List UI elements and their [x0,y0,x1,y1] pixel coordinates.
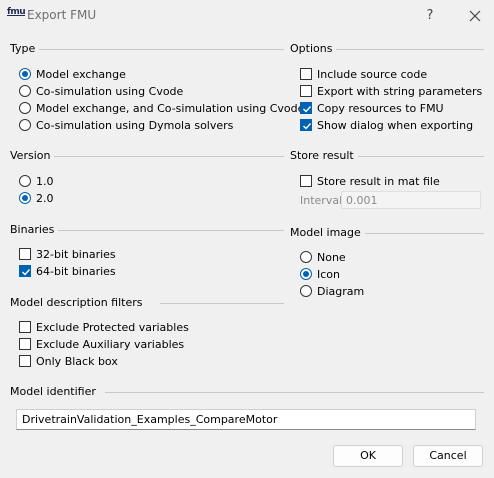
model-image-group-rule [356,233,484,234]
checkbox-32-bit[interactable]: 32-bit binaries [19,246,116,262]
option-label: Copy resources to FMU [317,101,444,115]
checkbox-indicator[interactable] [300,175,312,187]
checkbox-indicator[interactable] [300,85,312,97]
options-group-rule [331,49,484,50]
option-label: Model exchange, and Co-simulation using … [36,101,305,115]
option-label: 1.0 [36,174,54,188]
type-group-title: Type [10,42,40,55]
model-identifier-group-title: Model identifier [10,385,100,398]
radio-indicator[interactable] [19,85,31,97]
option-label: Store result in mat file [317,174,440,188]
radio-model-exchange[interactable]: Model exchange [19,66,126,82]
options-group-title: Options [290,42,337,55]
checkmark-icon [22,269,31,276]
option-label: Show dialog when exporting [317,118,474,132]
option-label: Co-simulation using Dymola solvers [36,118,234,132]
interval-label: Interval [300,194,343,207]
radio-indicator[interactable] [19,68,31,80]
checkbox-export-string-parameters[interactable]: Export with string parameters [300,83,482,99]
radio-model-exchange-and-co-simulation[interactable]: Model exchange, and Co-simulation using … [19,100,304,116]
binaries-group-rule [54,230,284,231]
close-icon[interactable] [465,6,485,26]
ok-button[interactable]: OK [333,445,403,467]
cancel-button[interactable]: Cancel [413,445,483,467]
version-group-rule [50,156,284,157]
radio-version-1[interactable]: 1.0 [19,173,54,189]
checkbox-indicator[interactable] [19,321,31,333]
checkbox-show-dialog[interactable]: Show dialog when exporting [300,117,473,133]
radio-version-2[interactable]: 2.0 [19,190,54,206]
checkbox-indicator[interactable] [19,355,31,367]
option-label: Co-simulation using Cvode [36,84,184,98]
help-button[interactable]: ? [420,6,440,26]
option-label: Only Black box [36,354,118,368]
option-label: Model exchange [36,67,126,81]
radio-co-simulation-dymola[interactable]: Co-simulation using Dymola solvers [19,117,233,133]
checkbox-indicator[interactable] [19,338,31,350]
model-identifier-group-rule [105,392,484,393]
filters-group-rule [160,303,284,304]
fmu-app-icon: fmu [7,7,26,17]
filters-group-title: Model description filters [10,296,147,309]
checkbox-exclude-auxiliary[interactable]: Exclude Auxiliary variables [19,336,184,352]
model-identifier-input[interactable]: DrivetrainValidation_Examples_CompareMot… [16,409,476,430]
title-bar: fmu Export FMU ? [0,0,494,31]
radio-image-none[interactable]: None [300,249,346,265]
checkbox-indicator[interactable] [19,265,31,277]
model-image-group-title: Model image [290,226,365,239]
radio-image-icon[interactable]: Icon [300,266,340,282]
window-title: Export FMU [27,8,97,22]
binaries-group-title: Binaries [10,223,59,236]
radio-indicator[interactable] [19,119,31,131]
radio-co-simulation-cvode[interactable]: Co-simulation using Cvode [19,83,183,99]
radio-indicator[interactable] [19,192,31,204]
option-label: 32-bit binaries [36,247,116,261]
interval-input[interactable]: 0.001 [341,191,481,209]
checkbox-indicator[interactable] [300,119,312,131]
option-label: Export with string parameters [317,84,483,98]
radio-indicator[interactable] [300,268,312,280]
radio-indicator[interactable] [300,251,312,263]
version-group-title: Version [10,149,55,162]
store-result-group-title: Store result [290,149,358,162]
checkbox-include-source-code[interactable]: Include source code [300,66,427,82]
checkbox-indicator[interactable] [300,102,312,114]
store-result-group-rule [353,156,484,157]
checkbox-indicator[interactable] [19,248,31,260]
radio-indicator[interactable] [19,175,31,187]
option-label: Icon [317,267,340,281]
checkbox-store-result-mat[interactable]: Store result in mat file [300,173,440,189]
option-label: 64-bit binaries [36,264,116,278]
option-label: Exclude Auxiliary variables [36,337,185,351]
radio-indicator[interactable] [300,285,312,297]
checkbox-indicator[interactable] [300,68,312,80]
option-label: None [317,250,346,264]
radio-indicator[interactable] [19,102,31,114]
type-group-rule [39,49,284,50]
option-label: Exclude Protected variables [36,320,189,334]
option-label: Include source code [317,67,428,81]
checkbox-64-bit[interactable]: 64-bit binaries [19,263,116,279]
checkmark-icon [303,106,312,113]
checkbox-only-black-box[interactable]: Only Black box [19,353,118,369]
checkbox-exclude-protected[interactable]: Exclude Protected variables [19,319,189,335]
option-label: 2.0 [36,191,54,205]
checkmark-icon [303,123,312,130]
checkbox-copy-resources[interactable]: Copy resources to FMU [300,100,444,116]
option-label: Diagram [317,284,365,298]
radio-image-diagram[interactable]: Diagram [300,283,364,299]
